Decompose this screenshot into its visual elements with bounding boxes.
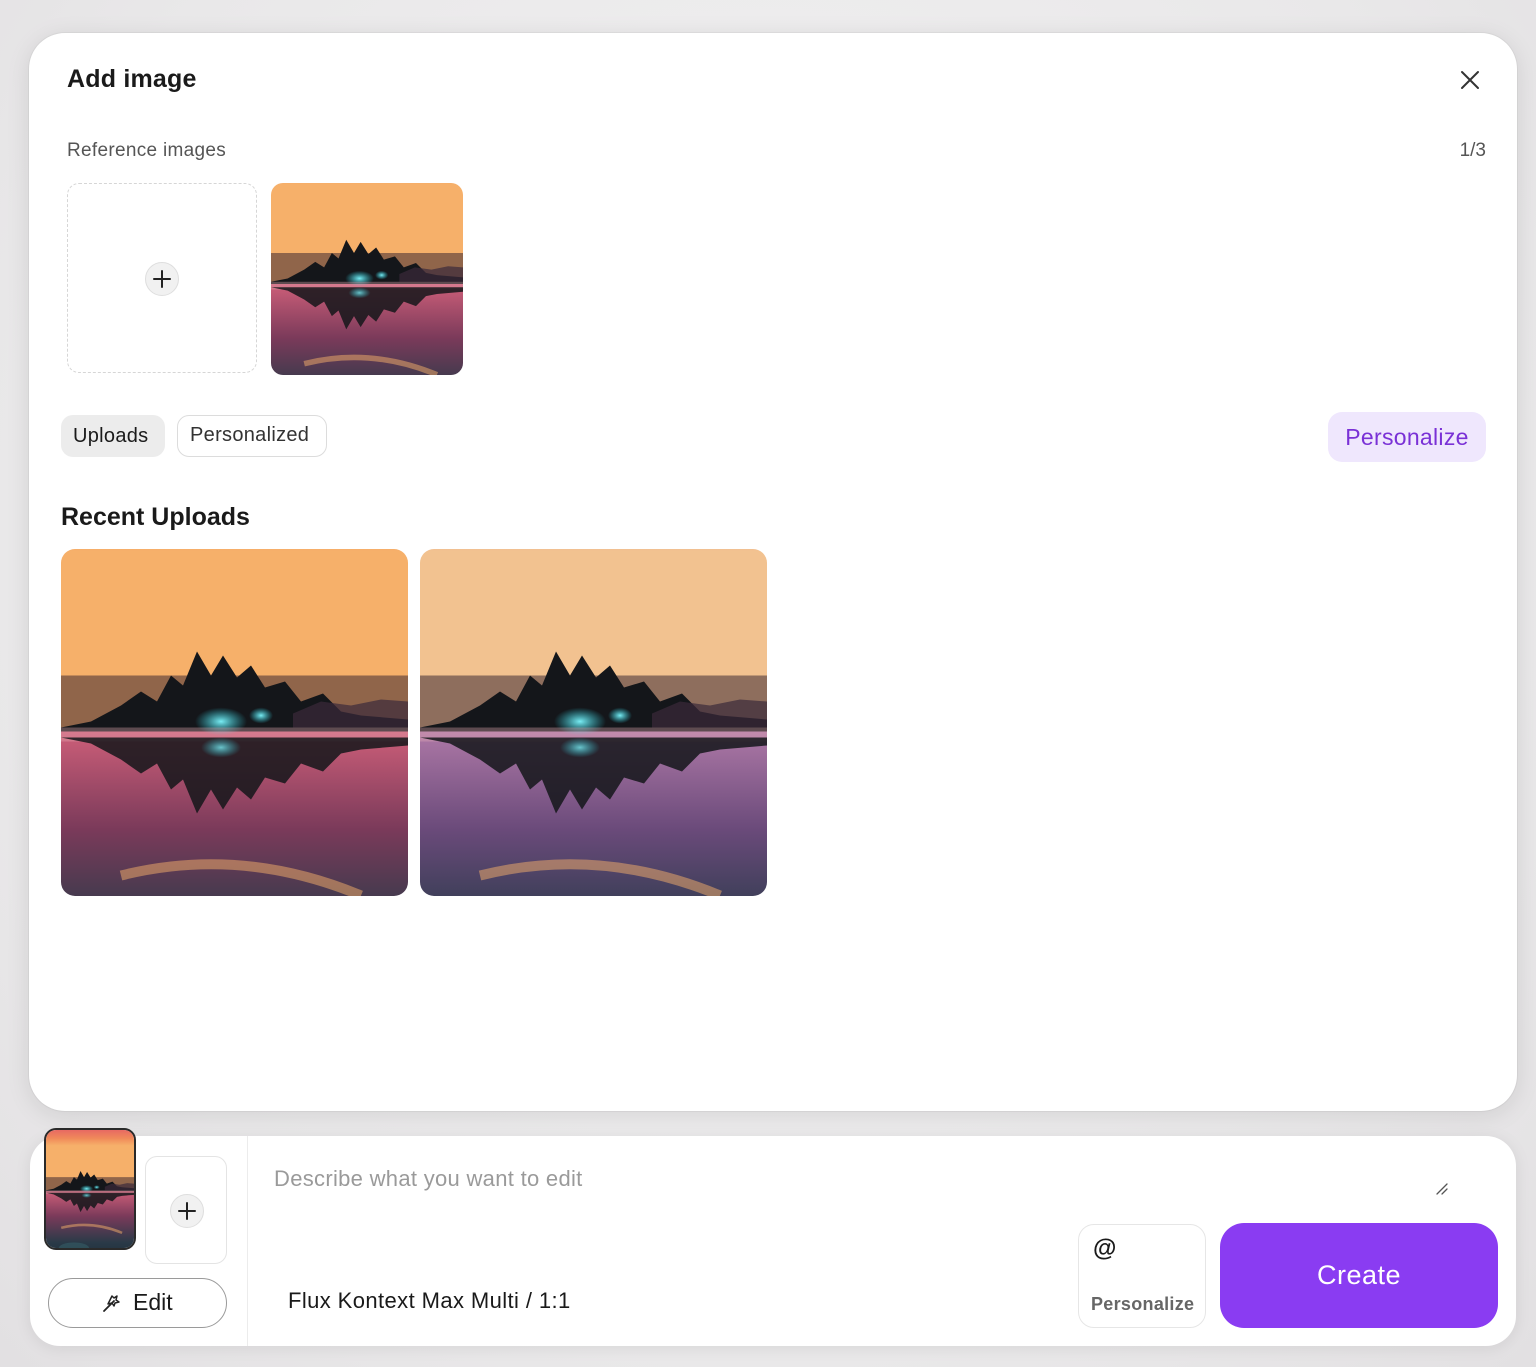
mention-personalize-button[interactable]: @ Personalize (1078, 1224, 1206, 1328)
reference-images-label: Reference images (67, 140, 226, 161)
composer-image-panel: Edit (30, 1128, 248, 1346)
tab-personalized[interactable]: Personalized (177, 415, 327, 457)
prompt-input[interactable] (272, 1158, 1426, 1200)
resize-handle-icon[interactable] (1435, 1182, 1449, 1196)
close-icon (1461, 71, 1479, 89)
add-image-button[interactable] (145, 1156, 227, 1264)
add-image-modal: Add image Reference images 1/3 Uploads P… (29, 33, 1517, 1111)
close-button[interactable] (1455, 65, 1485, 95)
tab-uploads[interactable]: Uploads (61, 415, 165, 457)
add-reference-slot[interactable] (67, 183, 257, 373)
recent-upload-image[interactable] (420, 549, 767, 896)
model-selector[interactable]: Flux Kontext Max Multi / 1:1 (288, 1288, 571, 1314)
personalize-button[interactable]: Personalize (1328, 412, 1486, 462)
selected-image-thumbnail[interactable] (44, 1128, 136, 1250)
plus-icon (145, 262, 179, 296)
create-button[interactable]: Create (1220, 1223, 1498, 1328)
plus-icon (170, 1194, 204, 1228)
recent-uploads-heading: Recent Uploads (61, 503, 250, 531)
edit-label: Edit (133, 1289, 173, 1315)
composer-bar: Edit Flux Kontext Max Multi / 1:1 @ Pers… (30, 1128, 1516, 1346)
recent-upload-image[interactable] (61, 549, 408, 896)
magic-wand-icon (103, 1295, 120, 1312)
at-icon: @ (1093, 1235, 1117, 1262)
mention-personalize-label: Personalize (1091, 1294, 1195, 1314)
reference-count: 1/3 (1459, 140, 1486, 161)
reference-image-thumbnail[interactable] (271, 183, 463, 375)
edit-button[interactable]: Edit (48, 1278, 227, 1328)
modal-title: Add image (67, 65, 197, 93)
